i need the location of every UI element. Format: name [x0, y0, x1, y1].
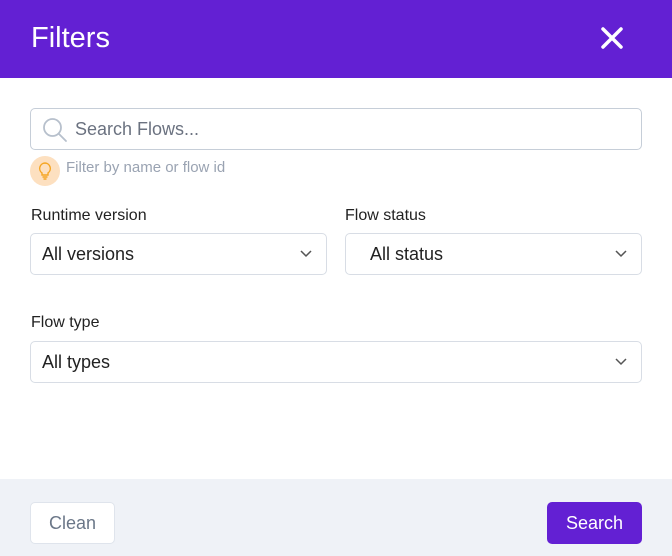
- runtime-version-select[interactable]: All versions: [30, 233, 327, 275]
- search-input[interactable]: [75, 109, 625, 149]
- search-hint: Filter by name or flow id: [66, 159, 226, 176]
- flow-type-select[interactable]: All types: [30, 341, 642, 383]
- dialog-title: Filters: [31, 22, 110, 54]
- runtime-version-value: All versions: [42, 244, 135, 264]
- flow-type-label: Flow type: [31, 314, 100, 331]
- flow-status-label: Flow status: [345, 207, 426, 224]
- close-icon[interactable]: [598, 24, 626, 52]
- runtime-version-label: Runtime version: [31, 207, 147, 224]
- search-field[interactable]: [30, 108, 642, 150]
- flow-type-value: All types: [42, 352, 111, 372]
- clean-button[interactable]: Clean: [30, 502, 115, 544]
- search-icon: [43, 118, 67, 142]
- chevron-down-icon: [615, 250, 627, 258]
- search-button[interactable]: Search: [547, 502, 642, 544]
- flow-status-value: All status: [370, 244, 444, 264]
- chevron-down-icon: [300, 250, 312, 258]
- chevron-down-icon: [615, 358, 627, 366]
- dialog-header: Filters: [0, 0, 672, 78]
- flow-status-select[interactable]: All status: [345, 233, 642, 275]
- lightbulb-icon: [30, 156, 60, 186]
